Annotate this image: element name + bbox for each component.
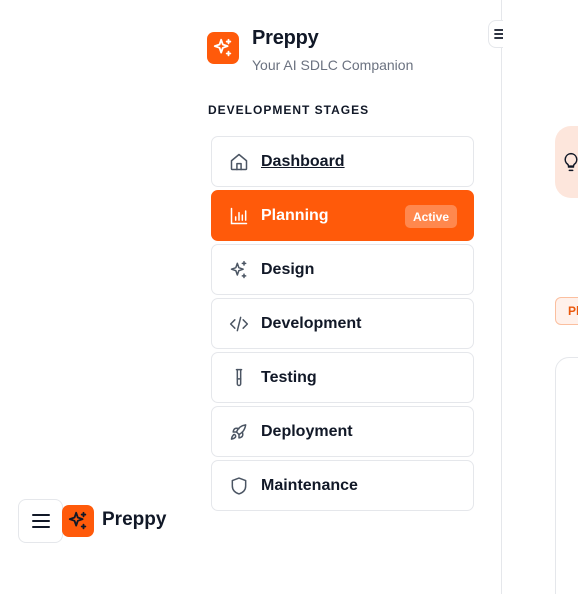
nav-item-label: Dashboard: [261, 152, 345, 170]
shield-icon: [228, 475, 250, 497]
main-content: Pl: [503, 0, 578, 594]
nav-item-planning[interactable]: Planning Active: [211, 190, 474, 241]
nav-item-testing[interactable]: Testing: [211, 352, 474, 403]
nav-item-dashboard[interactable]: Dashboard: [211, 136, 474, 187]
stage-chip: Pl: [555, 297, 578, 325]
nav-item-development[interactable]: Development: [211, 298, 474, 349]
rocket-icon: [228, 421, 250, 443]
sidebar: Preppy Your AI SDLC Companion DEVELOPMEN…: [0, 0, 514, 594]
test-tube-icon: [228, 367, 250, 389]
nav-item-label: Planning: [261, 206, 329, 224]
tip-card: [555, 126, 578, 198]
nav-item-design[interactable]: Design: [211, 244, 474, 295]
mobile-menu-button[interactable]: [18, 499, 63, 543]
preppy-logo-icon: [207, 32, 239, 64]
stage-nav: Dashboard Planning Active Design Develop…: [211, 136, 474, 514]
nav-item-label: Deployment: [261, 422, 353, 440]
nav-item-deployment[interactable]: Deployment: [211, 406, 474, 457]
brand-title: Preppy: [252, 27, 319, 49]
preppy-logo-icon: [62, 505, 94, 537]
home-icon: [228, 151, 250, 173]
nav-item-label: Maintenance: [261, 476, 358, 494]
nav-item-label: Development: [261, 314, 362, 332]
nav-item-label: Design: [261, 260, 315, 278]
sparkles-icon: [228, 259, 250, 281]
content-card: [555, 357, 578, 594]
hamburger-icon: [31, 514, 50, 528]
code-icon: [228, 313, 250, 335]
bar-chart-icon: [228, 205, 250, 227]
nav-item-maintenance[interactable]: Maintenance: [211, 460, 474, 511]
active-badge: Active: [404, 205, 457, 228]
mobile-brand-title: Preppy: [102, 509, 167, 530]
lightbulb-icon: [564, 152, 578, 172]
brand-subtitle: Your AI SDLC Companion: [252, 57, 414, 73]
section-heading: DEVELOPMENT STAGES: [208, 103, 370, 117]
nav-item-label: Testing: [261, 368, 317, 386]
